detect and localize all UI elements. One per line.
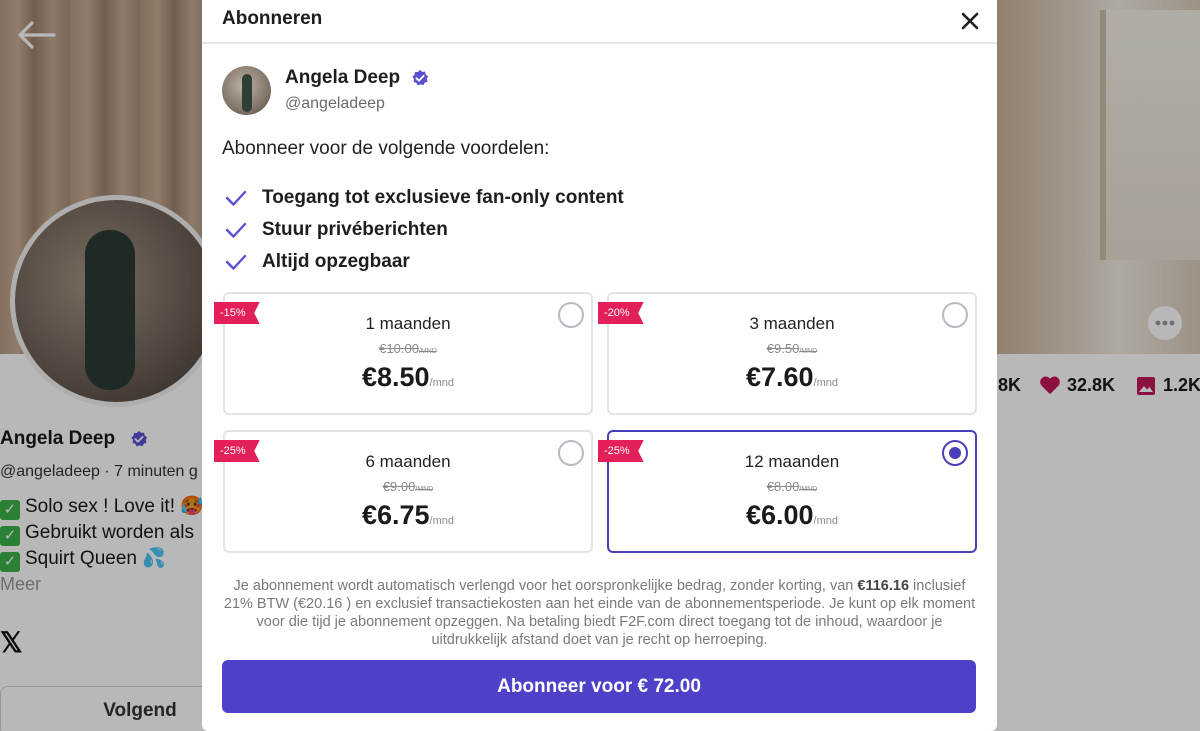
plan-duration: 6 maanden xyxy=(365,452,451,471)
creator-avatar xyxy=(222,66,271,115)
benefits-list: Toegang tot exclusieve fan-only content … xyxy=(224,182,624,278)
plan-old-price: €8.00/MND xyxy=(766,479,818,494)
plan-option-3-months[interactable]: -20% 3 maanden €9.50/MND €7.60/mnd xyxy=(598,292,977,415)
plan-duration: 3 maanden xyxy=(749,314,835,333)
benefit-item: Altijd opzegbaar xyxy=(224,246,624,278)
modal-header: Abonneren xyxy=(202,0,997,44)
subscribe-modal: Abonneren Angela Deep @angeladeep Abonne… xyxy=(202,0,997,731)
modal-title: Abonneren xyxy=(222,8,323,29)
benefit-item: Toegang tot exclusieve fan-only content xyxy=(224,182,624,214)
plan-duration: 1 maanden xyxy=(365,314,451,333)
checkmark-icon xyxy=(225,254,247,270)
plan-old-price: €9.00/MND xyxy=(382,479,434,494)
plan-option-1-month[interactable]: -15% 1 maanden €10.00/MND €8.50/mnd xyxy=(214,292,593,415)
checkmark-icon xyxy=(225,190,247,206)
plan-option-12-months[interactable]: -25% 12 maanden €8.00/MND €6.00/mnd xyxy=(598,430,977,553)
plan-price: €6.00/mnd xyxy=(745,500,839,530)
subscribe-button[interactable]: Abonneer voor € 72.00 xyxy=(222,660,976,713)
renewal-disclaimer: Je abonnement wordt automatisch verlengd… xyxy=(223,578,976,648)
checkmark-icon xyxy=(225,222,247,238)
benefits-intro: Abonneer voor de volgende voordelen: xyxy=(222,138,550,159)
plan-old-price: €9.50/MND xyxy=(766,341,818,356)
plan-duration: 12 maanden xyxy=(744,452,840,471)
verified-icon xyxy=(412,69,429,86)
plan-price: €8.50/mnd xyxy=(361,362,455,392)
plan-price: €6.75/mnd xyxy=(361,500,455,530)
creator-handle: @angeladeep xyxy=(285,95,385,112)
plan-option-6-months[interactable]: -25% 6 maanden €9.00/MND €6.75/mnd xyxy=(214,430,593,553)
close-icon[interactable] xyxy=(956,7,984,35)
plan-old-price: €10.00/MND xyxy=(379,341,437,356)
plan-price: €7.60/mnd xyxy=(745,362,839,392)
creator-name: Angela Deep xyxy=(285,67,401,88)
benefit-item: Stuur privéberichten xyxy=(224,214,624,246)
